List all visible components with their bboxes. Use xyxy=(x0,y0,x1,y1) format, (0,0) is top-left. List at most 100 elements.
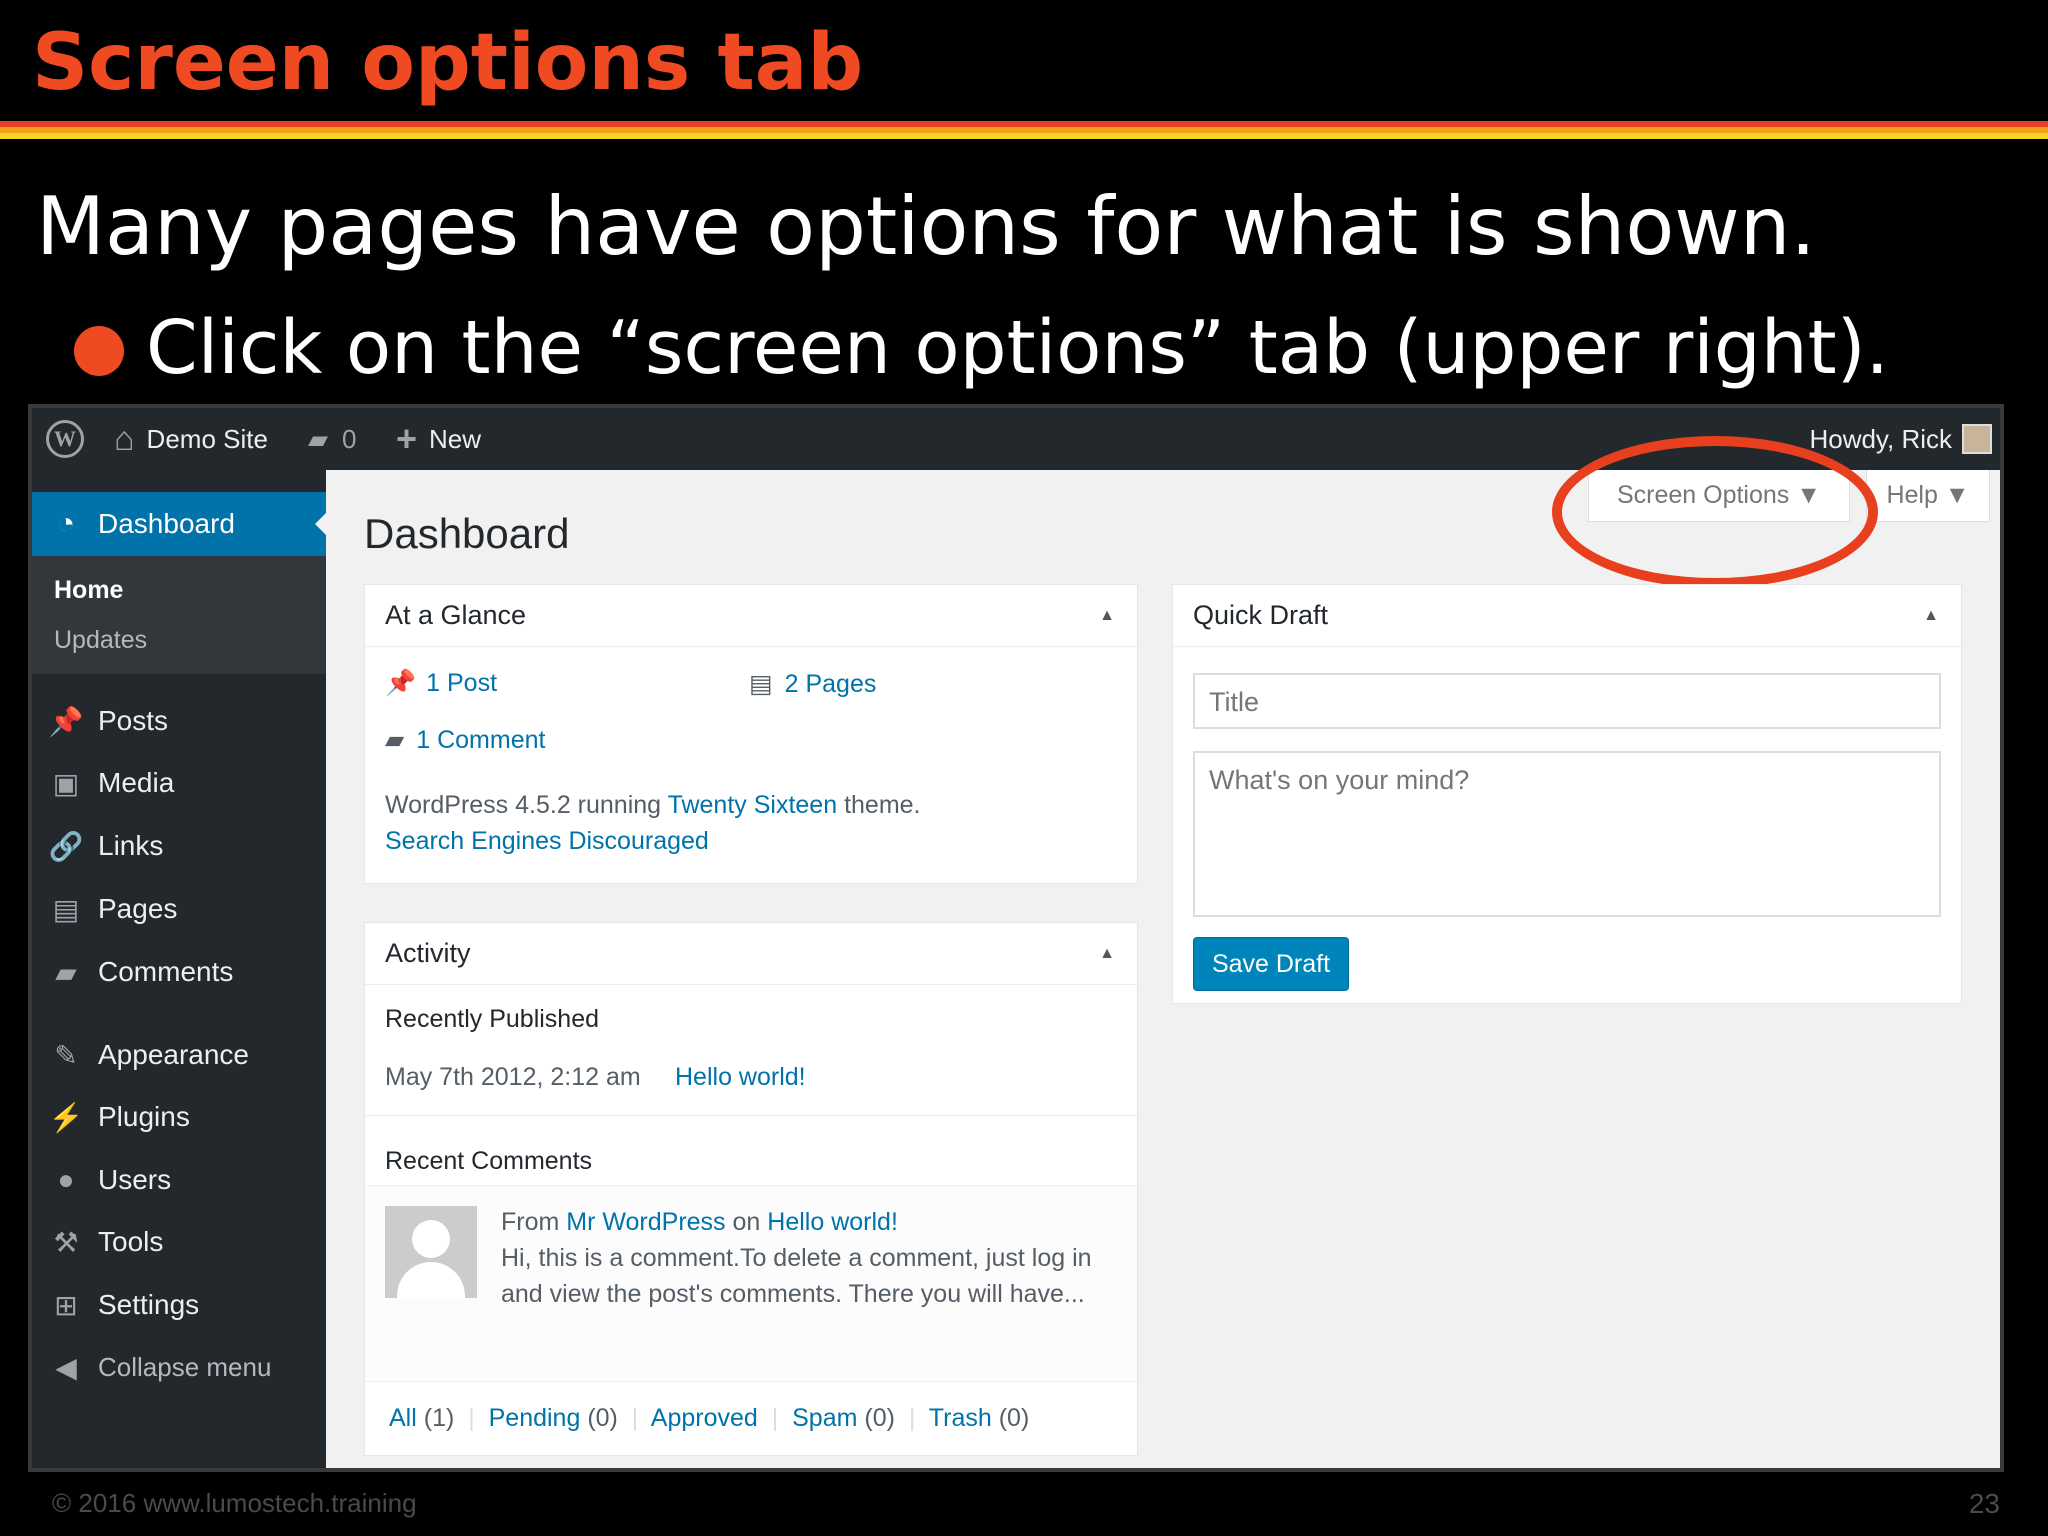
sidebar-item-comments[interactable]: ▰ Comments xyxy=(32,947,326,997)
sidebar-item-label: Users xyxy=(98,1164,172,1195)
filter-all[interactable]: All xyxy=(389,1404,417,1432)
quick-draft-panel: Quick Draft ▲ Title What's on your mind?… xyxy=(1172,584,1962,1004)
highlight-circle xyxy=(1552,436,1878,588)
sidebar-item-links[interactable]: 🔗 Links xyxy=(32,821,326,871)
filter-trash[interactable]: Trash xyxy=(929,1404,992,1432)
comment-post-link[interactable]: Hello world! xyxy=(767,1208,898,1236)
slide-subtitle: Many pages have options for what is show… xyxy=(36,180,1816,273)
new-content-link[interactable]: + New xyxy=(396,408,481,470)
glance-posts[interactable]: 📌 1 Post xyxy=(385,669,497,698)
pages-icon: ▤ xyxy=(52,893,80,925)
pushpin-icon: 📌 xyxy=(385,669,417,697)
panel-header[interactable]: At a Glance xyxy=(365,585,1137,647)
links-icon: 🔗 xyxy=(48,830,84,862)
filter-pending[interactable]: Pending xyxy=(489,1404,581,1432)
sidebar-item-label: Links xyxy=(98,830,164,861)
submenu-updates[interactable]: Updates xyxy=(54,626,147,655)
collapse-menu-label: Collapse menu xyxy=(98,1351,272,1382)
panel-toggle-icon[interactable]: ▲ xyxy=(1099,945,1115,963)
sidebar-item-tools[interactable]: ⚒ Tools xyxy=(32,1217,326,1267)
sidebar-item-dashboard[interactable]: ◔ Dashboard xyxy=(32,492,327,556)
glance-comments[interactable]: ▰ 1 Comment xyxy=(385,725,545,755)
comment-filter-bar: All (1) | Pending (0) | Approved | Spam … xyxy=(389,1404,1030,1432)
panel-title: Activity xyxy=(385,938,471,968)
panel-header[interactable]: Quick Draft xyxy=(1173,585,1961,647)
settings-icon: ⊞ xyxy=(54,1289,78,1321)
comment-icon: ▰ xyxy=(385,726,405,754)
sidebar-item-appearance[interactable]: ✎ Appearance xyxy=(32,1030,326,1080)
users-icon: ● xyxy=(57,1164,75,1195)
search-engines-link[interactable]: Search Engines Discouraged xyxy=(385,827,709,856)
tools-icon: ⚒ xyxy=(53,1226,79,1258)
dashboard-submenu: Home Updates xyxy=(32,556,326,674)
site-name: Demo Site xyxy=(146,423,268,454)
recently-published-heading: Recently Published xyxy=(385,1005,600,1033)
pushpin-icon: 📌 xyxy=(48,705,84,737)
save-draft-button[interactable]: Save Draft xyxy=(1193,937,1349,991)
sidebar-item-label: Settings xyxy=(98,1289,200,1320)
theme-link[interactable]: Twenty Sixteen xyxy=(668,791,838,819)
panel-toggle-icon[interactable]: ▲ xyxy=(1923,607,1939,625)
draft-content-textarea[interactable]: What's on your mind? xyxy=(1193,751,1941,917)
filter-spam[interactable]: Spam xyxy=(792,1404,857,1432)
draft-title-input[interactable]: Title xyxy=(1193,673,1941,729)
filter-approved[interactable]: Approved xyxy=(651,1404,758,1432)
comment-excerpt-line2: and view the post's comments. There you … xyxy=(501,1280,1085,1308)
comments-count: 0 xyxy=(342,423,357,454)
panel-header[interactable]: Activity xyxy=(365,923,1137,985)
collapse-icon: ◀ xyxy=(55,1351,77,1383)
comment-meta: From Mr WordPress on Hello world! xyxy=(501,1208,898,1237)
filter-spam-count: (0) xyxy=(864,1404,895,1432)
comments-count-link: 1 Comment xyxy=(416,726,546,754)
sidebar-item-media[interactable]: ▣ Media xyxy=(32,758,326,808)
media-icon: ▣ xyxy=(52,767,80,799)
sidebar-item-posts[interactable]: 📌 Posts xyxy=(32,696,326,746)
submenu-home[interactable]: Home xyxy=(54,576,123,605)
glance-pages[interactable]: ▤ 2 Pages xyxy=(749,669,876,699)
comments-icon: ▰ xyxy=(55,956,77,988)
slide-bullet: Click on the “screen options” tab (upper… xyxy=(146,305,1890,391)
sidebar-item-label: Pages xyxy=(98,893,178,924)
sidebar-item-plugins[interactable]: ⚡ Plugins xyxy=(32,1092,326,1142)
user-avatar xyxy=(1962,424,1992,454)
howdy-greeting: Howdy, Rick xyxy=(1809,423,1952,454)
sidebar-item-label: Posts xyxy=(98,705,169,736)
dashboard-icon: ◔ xyxy=(56,507,76,540)
at-a-glance-panel: At a Glance ▲ 📌 1 Post ▤ 2 Pages ▰ 1 Commen… xyxy=(364,584,1138,884)
plus-icon: + xyxy=(396,418,418,459)
comment-excerpt-line1: Hi, this is a comment.To delete a commen… xyxy=(501,1244,1092,1272)
comment-on: on xyxy=(732,1208,761,1236)
filter-pending-count: (0) xyxy=(587,1404,618,1432)
help-tab[interactable]: Help ▼ xyxy=(1866,470,1990,522)
panel-title: At a Glance xyxy=(385,600,527,630)
sidebar-item-users[interactable]: ● Users xyxy=(32,1155,326,1205)
panel-title: Quick Draft xyxy=(1193,600,1329,630)
pages-count-link: 2 Pages xyxy=(784,670,877,698)
sidebar-item-pages[interactable]: ▤ Pages xyxy=(32,884,326,934)
slide-footer: © 2016 www.lumostech.training xyxy=(52,1488,417,1518)
plugins-icon: ⚡ xyxy=(48,1101,84,1133)
comment-author-link[interactable]: Mr WordPress xyxy=(566,1208,725,1236)
recent-comments-heading: Recent Comments xyxy=(385,1147,593,1175)
collapse-menu-button[interactable]: ◀ Collapse menu xyxy=(32,1342,326,1392)
sidebar-item-label: Media xyxy=(98,767,175,798)
wp-version-suffix: theme. xyxy=(844,791,921,819)
admin-sidebar: ◔ Dashboard Home Updates 📌 Posts ▣ Media… xyxy=(32,470,327,1468)
slide-title: Screen options tab xyxy=(32,18,864,108)
sidebar-item-label: Dashboard xyxy=(98,508,235,539)
panel-toggle-icon[interactable]: ▲ xyxy=(1099,607,1115,625)
published-date: May 7th 2012, 2:12 am xyxy=(385,1063,641,1091)
published-post-link[interactable]: Hello world! xyxy=(675,1063,806,1092)
posts-count-link: 1 Post xyxy=(426,669,498,697)
site-name-link[interactable]: ⌂ Demo Site xyxy=(114,408,268,470)
page-title: Dashboard xyxy=(364,510,570,557)
title-rule-yellow xyxy=(0,133,2048,139)
comments-link[interactable]: ▰ 0 xyxy=(308,408,356,470)
sidebar-item-label: Comments xyxy=(98,956,234,987)
wp-logo-link[interactable]: W xyxy=(46,408,84,470)
comment-bubble-icon: ▰ xyxy=(308,423,328,454)
pages-icon: ▤ xyxy=(749,670,773,698)
wordpress-logo-icon: W xyxy=(46,420,84,458)
wp-version-line: WordPress 4.5.2 running Twenty Sixteen t… xyxy=(385,791,921,820)
sidebar-item-settings[interactable]: ⊞ Settings xyxy=(32,1280,326,1330)
